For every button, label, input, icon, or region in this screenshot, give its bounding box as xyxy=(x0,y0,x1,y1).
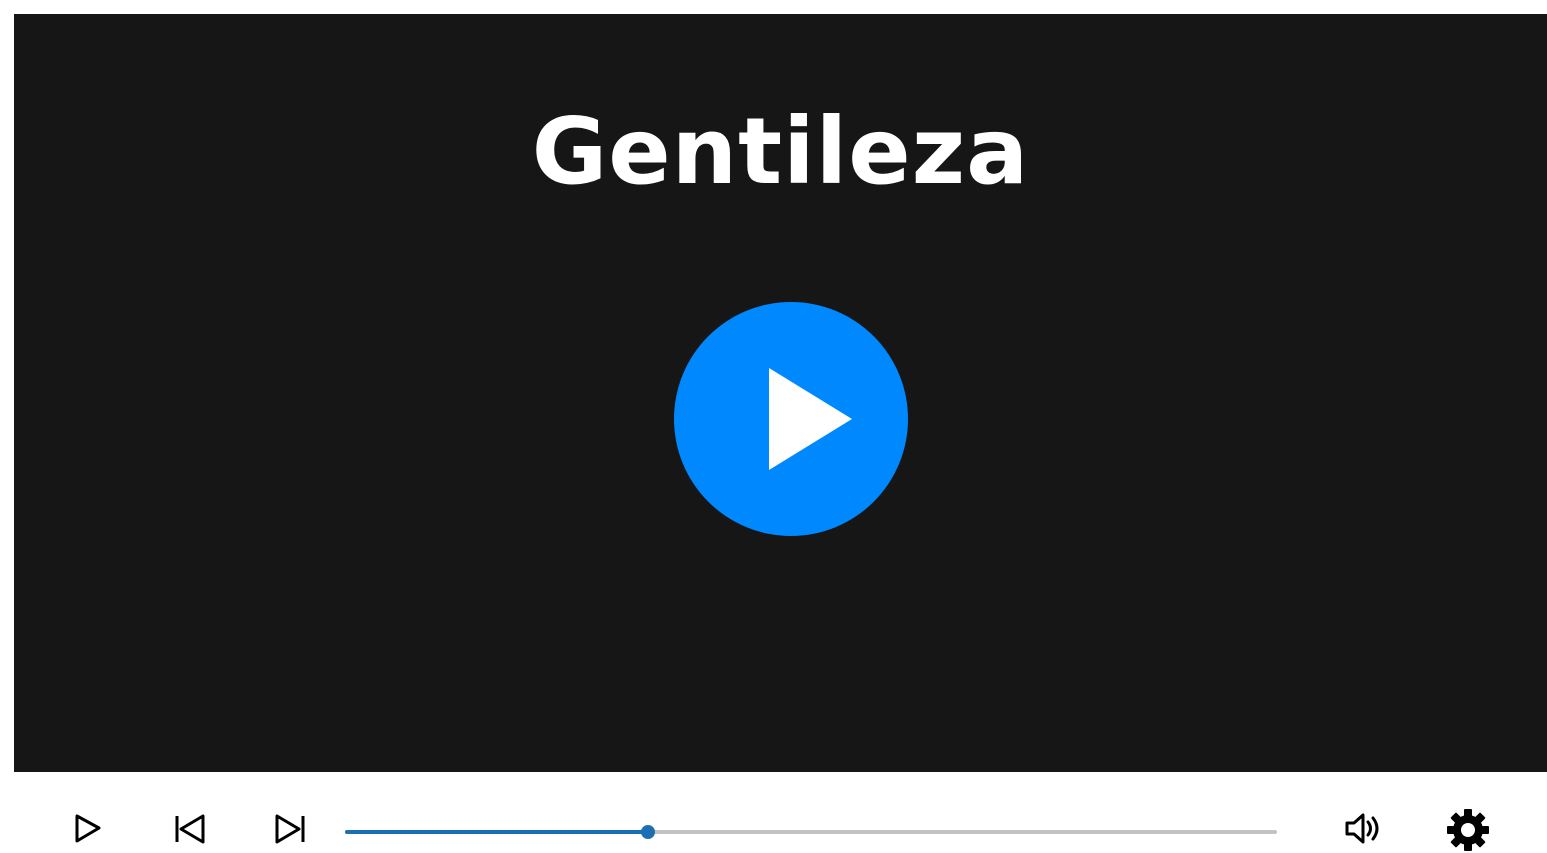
progress-thumb[interactable] xyxy=(640,825,655,839)
video-player: Gentileza xyxy=(0,0,1547,853)
video-title: Gentileza xyxy=(531,98,1030,205)
settings-button[interactable] xyxy=(1446,808,1489,851)
progress-bar[interactable] xyxy=(345,825,1277,839)
control-bar xyxy=(0,772,1547,853)
video-screen[interactable]: Gentileza xyxy=(14,14,1547,772)
gear-icon xyxy=(1447,809,1489,851)
next-button[interactable] xyxy=(270,808,310,848)
play-button[interactable] xyxy=(68,808,108,848)
skip-next-icon xyxy=(275,814,305,844)
volume-icon xyxy=(1345,813,1379,844)
big-play-button[interactable] xyxy=(674,302,908,536)
previous-button[interactable] xyxy=(170,808,210,848)
volume-button[interactable] xyxy=(1343,808,1383,848)
play-icon xyxy=(75,814,101,843)
skip-previous-icon xyxy=(175,814,205,844)
progress-fill xyxy=(345,830,648,834)
play-circle-icon xyxy=(674,302,908,536)
